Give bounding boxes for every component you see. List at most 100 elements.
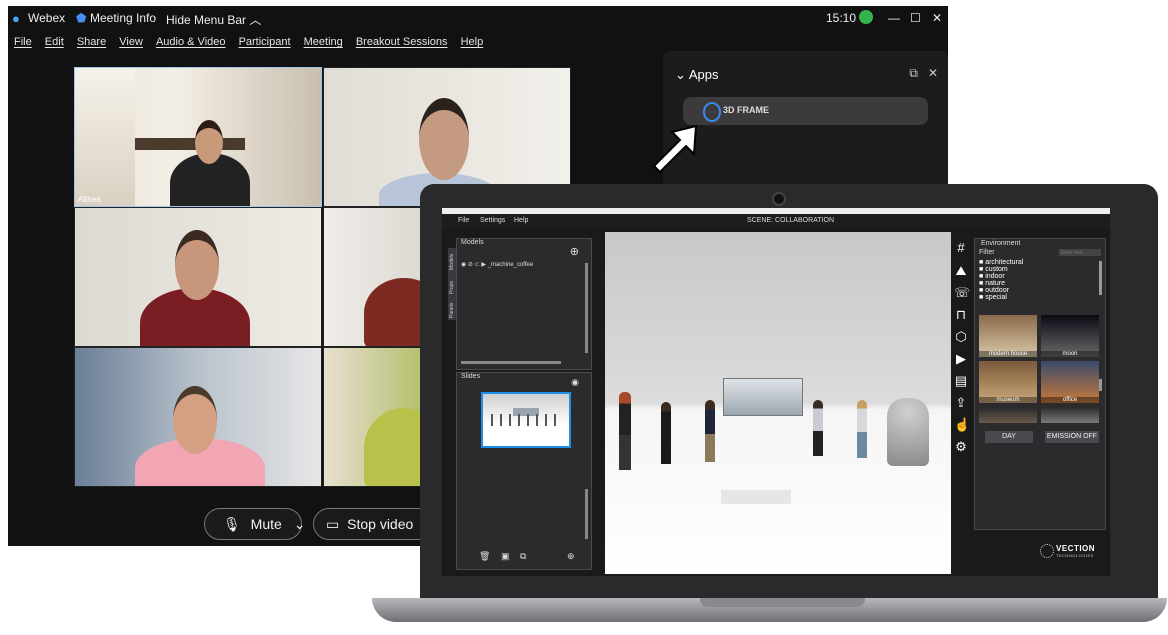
tab-panels[interactable]: Panels xyxy=(449,303,455,318)
vertical-scrollbar[interactable] xyxy=(585,489,588,539)
apps-header[interactable]: ⌄ Apps xyxy=(675,67,718,83)
vertical-scrollbar[interactable] xyxy=(585,263,588,353)
close-icon[interactable]: ✕ xyxy=(928,66,938,80)
trash-icon[interactable]: 🗑 xyxy=(479,551,490,561)
day-button[interactable]: DAY xyxy=(985,431,1033,443)
models-title: Models xyxy=(461,239,484,246)
menu-meeting[interactable]: Meeting xyxy=(304,36,343,48)
thumb-scrollbar[interactable] xyxy=(1099,379,1102,391)
env-thumb-modern-house[interactable]: modern house xyxy=(979,315,1037,357)
environment-title: Environment xyxy=(981,240,1021,247)
slides-title: Slides xyxy=(461,373,481,380)
pop-out-icon[interactable]: ⧉ xyxy=(909,66,918,81)
floor-platform xyxy=(721,490,791,504)
env-thumb-office[interactable]: office xyxy=(1041,361,1099,403)
gear-icon[interactable]: ⚙ xyxy=(954,440,968,454)
models-panel: Models ⊕ ◉ ⊘ ⊂ ▶ _machine_coffee xyxy=(456,238,592,370)
minimize-icon[interactable]: — xyxy=(888,11,900,25)
avatar-2[interactable] xyxy=(661,402,671,464)
chevron-down-icon: ⌄ xyxy=(293,516,306,532)
clapperboard-icon[interactable]: ▤ xyxy=(954,374,968,388)
eye-icon[interactable]: ◉ xyxy=(571,377,579,388)
avatar-4[interactable] xyxy=(813,400,823,456)
model-row[interactable]: ◉ ⊘ ⊂ ▶ _machine_coffee xyxy=(461,261,533,268)
phone-icon[interactable]: ☏ xyxy=(954,286,970,300)
grid-icon[interactable]: # xyxy=(954,241,968,255)
laptop-screen: File Settings Help SCENE: COLLABORATION … xyxy=(442,208,1110,576)
person-head xyxy=(173,386,217,454)
meeting-info-button[interactable]: Meeting Info xyxy=(90,11,156,25)
add-model-icon[interactable]: ⊕ xyxy=(570,245,579,258)
chevron-up-icon: ︿ xyxy=(249,13,262,27)
cube-icon[interactable]: ⬡ xyxy=(954,330,968,344)
env-thumb-row-3a[interactable] xyxy=(979,407,1037,423)
robot-avatar[interactable] xyxy=(887,398,929,466)
avatar-5[interactable] xyxy=(857,400,867,458)
menu-file[interactable]: File xyxy=(14,36,32,48)
env-thumb-moon[interactable]: moon xyxy=(1041,315,1099,357)
avatar-3[interactable] xyxy=(705,400,715,462)
app-name: Webex xyxy=(28,11,66,25)
slide-thumbnail[interactable] xyxy=(481,392,571,448)
category-architectural[interactable]: ■ architectural xyxy=(979,259,1089,266)
emission-off-button[interactable]: EMISSION OFF xyxy=(1045,431,1099,443)
maximize-icon[interactable]: ☐ xyxy=(910,11,921,25)
category-indoor[interactable]: ■ indoor xyxy=(979,273,1089,280)
hide-menu-bar-button[interactable]: Hide Menu Bar ︿ xyxy=(166,11,261,28)
add-slide-icon[interactable]: ⊕ xyxy=(567,551,575,561)
link-icon[interactable]: ⊂ xyxy=(475,262,480,268)
category-nature[interactable]: ■ nature xyxy=(979,280,1089,287)
menu-audio-video[interactable]: Audio & Video xyxy=(156,36,226,48)
tab-props[interactable]: Props xyxy=(449,281,455,294)
horizontal-scrollbar[interactable] xyxy=(461,361,561,364)
desk xyxy=(135,138,245,150)
laptop-notch xyxy=(700,598,865,607)
env-thumb-museum[interactable]: museum xyxy=(979,361,1037,403)
bookmark-icon[interactable]: ⊓ xyxy=(954,308,968,322)
menu-file[interactable]: File xyxy=(458,217,469,224)
filter-input[interactable] xyxy=(1059,249,1101,256)
vection-logo-icon xyxy=(1040,544,1054,558)
menu-help[interactable]: Help xyxy=(461,36,484,48)
tab-models[interactable]: Models xyxy=(449,254,455,270)
menu-help[interactable]: Help xyxy=(514,217,528,224)
slide-figures xyxy=(491,414,561,426)
shield-icon: ⬟ xyxy=(76,11,87,25)
stop-video-button[interactable]: ▭ Stop video ⌄ xyxy=(313,508,437,540)
category-scrollbar[interactable] xyxy=(1099,261,1102,295)
frame3d-menu-bar: File Settings Help SCENE: COLLABORATION xyxy=(442,214,1110,228)
category-special[interactable]: ■ special xyxy=(979,294,1089,301)
category-list: ■ architectural ■ custom ■ indoor ■ natu… xyxy=(979,259,1089,301)
3d-viewport[interactable] xyxy=(605,232,951,574)
menu-participant[interactable]: Participant xyxy=(239,36,291,48)
mountain-icon[interactable]: ⛰ xyxy=(954,264,968,278)
avatar-1[interactable] xyxy=(619,392,631,470)
play-icon[interactable]: ▶ xyxy=(954,352,968,366)
app-3d-frame-button[interactable]: 3D FRAME xyxy=(683,97,928,125)
coffee-machine-model[interactable] xyxy=(723,378,803,416)
menu-settings[interactable]: Settings xyxy=(480,217,505,224)
menu-share[interactable]: Share xyxy=(77,36,106,48)
mute-button[interactable]: 🎙 Mute ⌄ xyxy=(204,508,305,540)
chevron-down-icon: ⌄ xyxy=(675,67,686,82)
menu-view[interactable]: View xyxy=(119,36,143,48)
menu-breakout-sessions[interactable]: Breakout Sessions xyxy=(356,36,448,48)
pointer-icon[interactable]: ☝ xyxy=(954,418,970,432)
video-tile-3[interactable] xyxy=(74,207,322,347)
category-outdoor[interactable]: ■ outdoor xyxy=(979,287,1089,294)
category-custom[interactable]: ■ custom xyxy=(979,266,1089,273)
person-head xyxy=(419,98,469,180)
slides-panel: Slides ◉ 🗑 ▣ ⧉ ⊕ xyxy=(456,372,592,570)
video-tile-althea[interactable]: Althea xyxy=(74,67,322,207)
duplicate-icon[interactable]: ⧉ xyxy=(520,551,526,561)
camera-icon: ▭ xyxy=(326,516,340,532)
network-status-icon xyxy=(859,10,873,24)
menu-edit[interactable]: Edit xyxy=(45,36,64,48)
lock-icon[interactable]: ⊘ xyxy=(468,262,473,268)
eye-icon[interactable]: ◉ xyxy=(461,262,466,268)
video-tile-5[interactable] xyxy=(74,347,322,487)
share-icon[interactable]: ⇪ xyxy=(954,396,968,410)
close-icon[interactable]: ✕ xyxy=(932,11,942,25)
env-thumb-row-3b[interactable] xyxy=(1041,407,1099,423)
capture-icon[interactable]: ▣ xyxy=(501,551,510,561)
